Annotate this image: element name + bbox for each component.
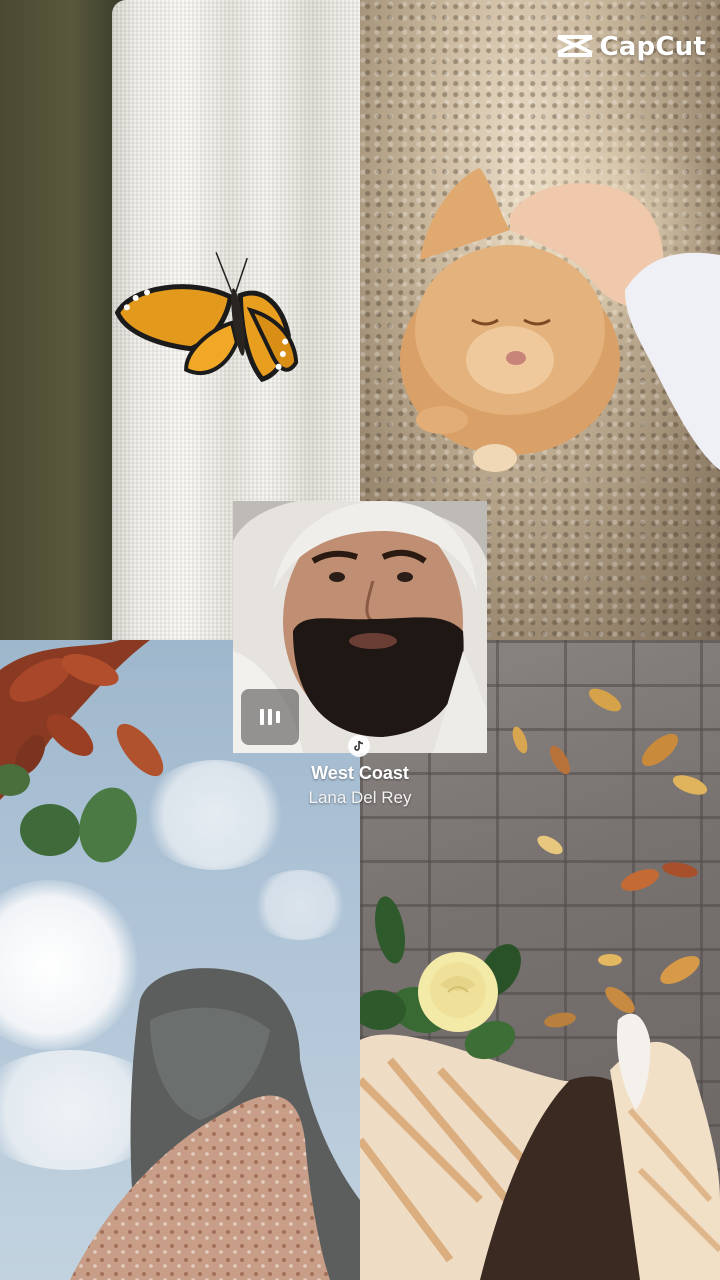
capcut-logo-icon: [556, 35, 593, 57]
tiktok-icon: [348, 735, 370, 757]
pause-button[interactable]: [241, 689, 299, 745]
pause-icon: [260, 709, 264, 725]
capcut-watermark: CapCut: [556, 32, 706, 62]
capcut-brand-text: CapCut: [599, 32, 706, 62]
song-artist[interactable]: Lana Del Rey: [260, 788, 460, 808]
video-preview-card[interactable]: [233, 501, 487, 753]
song-title[interactable]: West Coast: [260, 763, 460, 784]
